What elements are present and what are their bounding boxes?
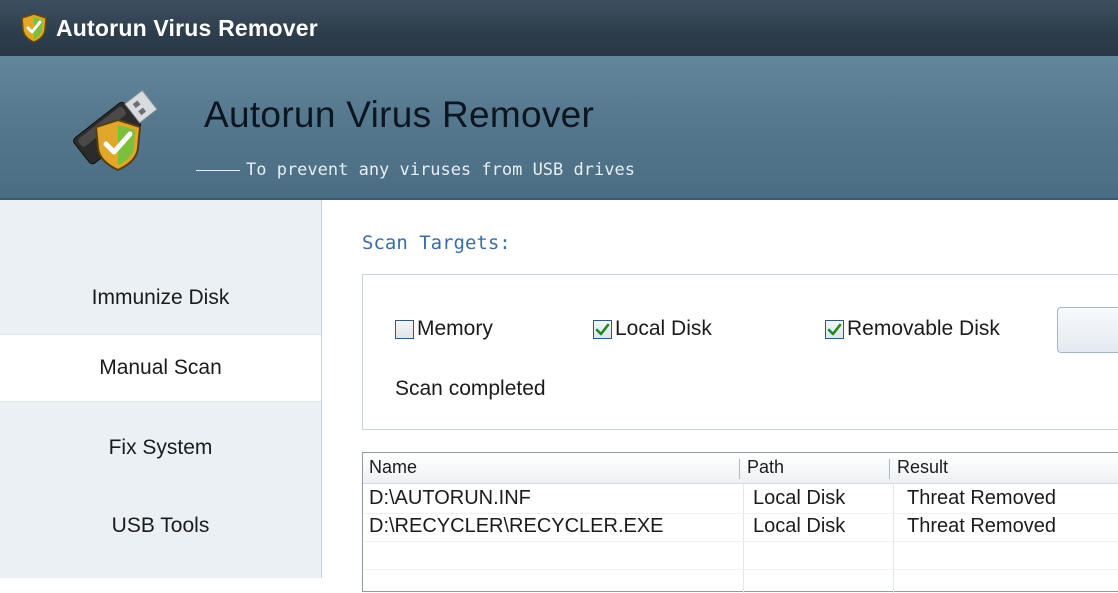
checkbox-unchecked[interactable] [395,319,414,339]
sidebar-item-manual-scan[interactable]: Manual Scan [0,334,321,402]
cell-name: D:\RECYCLER\RECYCLER.EXE [369,515,664,537]
tagline-dash [196,169,240,171]
memory-checkbox[interactable]: Memory [395,317,493,341]
app-header: Autorun Virus Remover To prevent any vir… [0,56,1118,200]
scan-targets-panel: Memory Local Disk Removable Disk Scan co… [362,274,1118,430]
main-content: Scan Targets: Memory Local Disk Removabl… [322,200,1118,593]
checkbox-checked[interactable] [593,319,612,339]
tagline: To prevent any viruses from USB drives [196,160,635,180]
column-separator[interactable] [889,459,890,479]
sidebar-item-label: Fix System [108,436,213,459]
window-title: Autorun Virus Remover [56,14,318,41]
sidebar: Immunize Disk Manual Scan Fix System USB… [0,200,322,578]
removable-disk-label: Removable Disk [847,317,1000,340]
memory-label: Memory [417,317,493,340]
sidebar-item-immunize-disk[interactable]: Immunize Disk [0,264,321,332]
results-header: Name Path Result [363,453,1118,484]
scan-targets-heading: Scan Targets: [362,232,511,254]
shield-check-icon [20,13,48,43]
grid-line [363,569,1118,570]
sidebar-item-label: Immunize Disk [91,286,230,309]
scan-status: Scan completed [395,377,546,400]
sidebar-item-label: Manual Scan [99,356,222,379]
results-table[interactable]: Name Path Result D:\AUTORUN.INF Local Di… [362,452,1118,593]
usb-shield-logo [56,80,166,180]
column-header-path[interactable]: Path [747,457,784,478]
local-disk-checkbox[interactable]: Local Disk [593,317,712,341]
cell-result: Threat Removed [907,487,1056,509]
local-disk-label: Local Disk [615,317,712,340]
cell-name: D:\AUTORUN.INF [369,487,531,509]
cell-path: Local Disk [753,487,846,509]
cell-result: Threat Removed [907,515,1056,537]
cell-path: Local Disk [753,515,846,537]
checkbox-checked[interactable] [825,319,844,339]
sidebar-item-label: USB Tools [111,514,210,537]
removable-disk-checkbox[interactable]: Removable Disk [825,317,1000,341]
scan-button[interactable] [1057,307,1118,353]
sidebar-item-usb-tools[interactable]: USB Tools [0,492,321,560]
app-name: Autorun Virus Remover [204,94,595,135]
column-header-name[interactable]: Name [369,457,417,478]
sidebar-item-fix-system[interactable]: Fix System [0,414,321,482]
grid-line [363,541,1118,542]
tagline-text: To prevent any viruses from USB drives [246,160,635,180]
column-separator[interactable] [739,459,740,479]
title-bar: Autorun Virus Remover [0,0,1118,56]
table-row[interactable]: D:\RECYCLER\RECYCLER.EXE Local Disk Thre… [363,513,1118,541]
column-header-result[interactable]: Result [897,457,948,478]
table-row[interactable]: D:\AUTORUN.INF Local Disk Threat Removed [363,485,1118,513]
